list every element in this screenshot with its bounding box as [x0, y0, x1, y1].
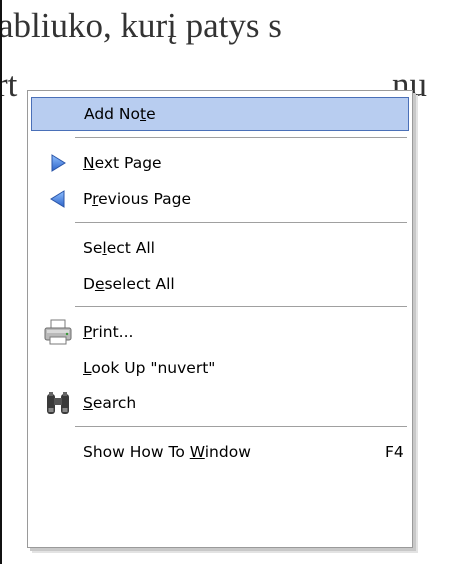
label-part: select All — [104, 275, 175, 293]
label-part: ook Up "nuvert" — [91, 359, 216, 377]
label-part: D — [83, 275, 95, 293]
menu-separator — [75, 222, 407, 224]
menu-item-look-up[interactable]: Look Up "nuvert" — [31, 351, 409, 385]
label-part: P — [83, 190, 93, 208]
document-line-1: abliuko, kurį patys s — [0, 6, 282, 45]
label-part: indow — [204, 443, 251, 461]
menu-item-label: Previous Page — [83, 190, 191, 208]
label-part: earch — [92, 394, 137, 412]
menu-item-label: Next Page — [83, 154, 162, 172]
binoculars-icon — [43, 388, 73, 418]
label-part: e — [146, 105, 156, 123]
menu-item-previous-page[interactable]: Previous Page — [31, 182, 409, 216]
label-part: Se — [83, 239, 103, 257]
menu-separator — [75, 306, 407, 308]
menu-item-label: Search — [83, 394, 136, 412]
menu-item-next-page[interactable]: Next Page — [31, 146, 409, 180]
menu-item-show-how-to-window[interactable]: Show How To Window F4 — [31, 435, 409, 469]
menu-item-print[interactable]: Print... — [31, 315, 409, 349]
label-accelerator: W — [189, 443, 205, 461]
menu-item-label: Look Up "nuvert" — [83, 359, 215, 377]
menu-item-select-all[interactable]: Select All — [31, 231, 409, 265]
label-accelerator: P — [83, 323, 93, 341]
document-line-2-prefix: rt — [0, 65, 18, 104]
play-right-icon — [43, 148, 73, 178]
label-accelerator: S — [83, 394, 93, 412]
menu-item-label: Add Note — [84, 105, 156, 123]
label-part: rint... — [92, 323, 134, 341]
label-accelerator: N — [83, 154, 95, 172]
printer-icon — [43, 317, 73, 347]
label-part: ext Page — [94, 154, 162, 172]
menu-item-deselect-all[interactable]: Deselect All — [31, 267, 409, 301]
play-left-icon — [43, 184, 73, 214]
menu-separator — [75, 426, 407, 428]
label-part: Show How To — [83, 443, 190, 461]
menu-item-search[interactable]: Search — [31, 386, 409, 420]
menu-item-label: Show How To Window — [83, 443, 251, 461]
label-part: ect All — [106, 239, 155, 257]
label-part: evious Page — [98, 190, 191, 208]
label-part: Add No — [84, 105, 141, 123]
menu-separator — [75, 137, 407, 139]
menu-item-add-note[interactable]: Add Note — [31, 97, 409, 131]
shortcut-label: F4 — [385, 443, 404, 461]
document-left-edge — [0, 0, 2, 564]
menu-item-label: Print... — [83, 323, 133, 341]
menu-item-label: Deselect All — [83, 275, 175, 293]
menu-item-label: Select All — [83, 239, 155, 257]
context-menu: Add Note Next Page Previous Page Select … — [27, 90, 413, 548]
